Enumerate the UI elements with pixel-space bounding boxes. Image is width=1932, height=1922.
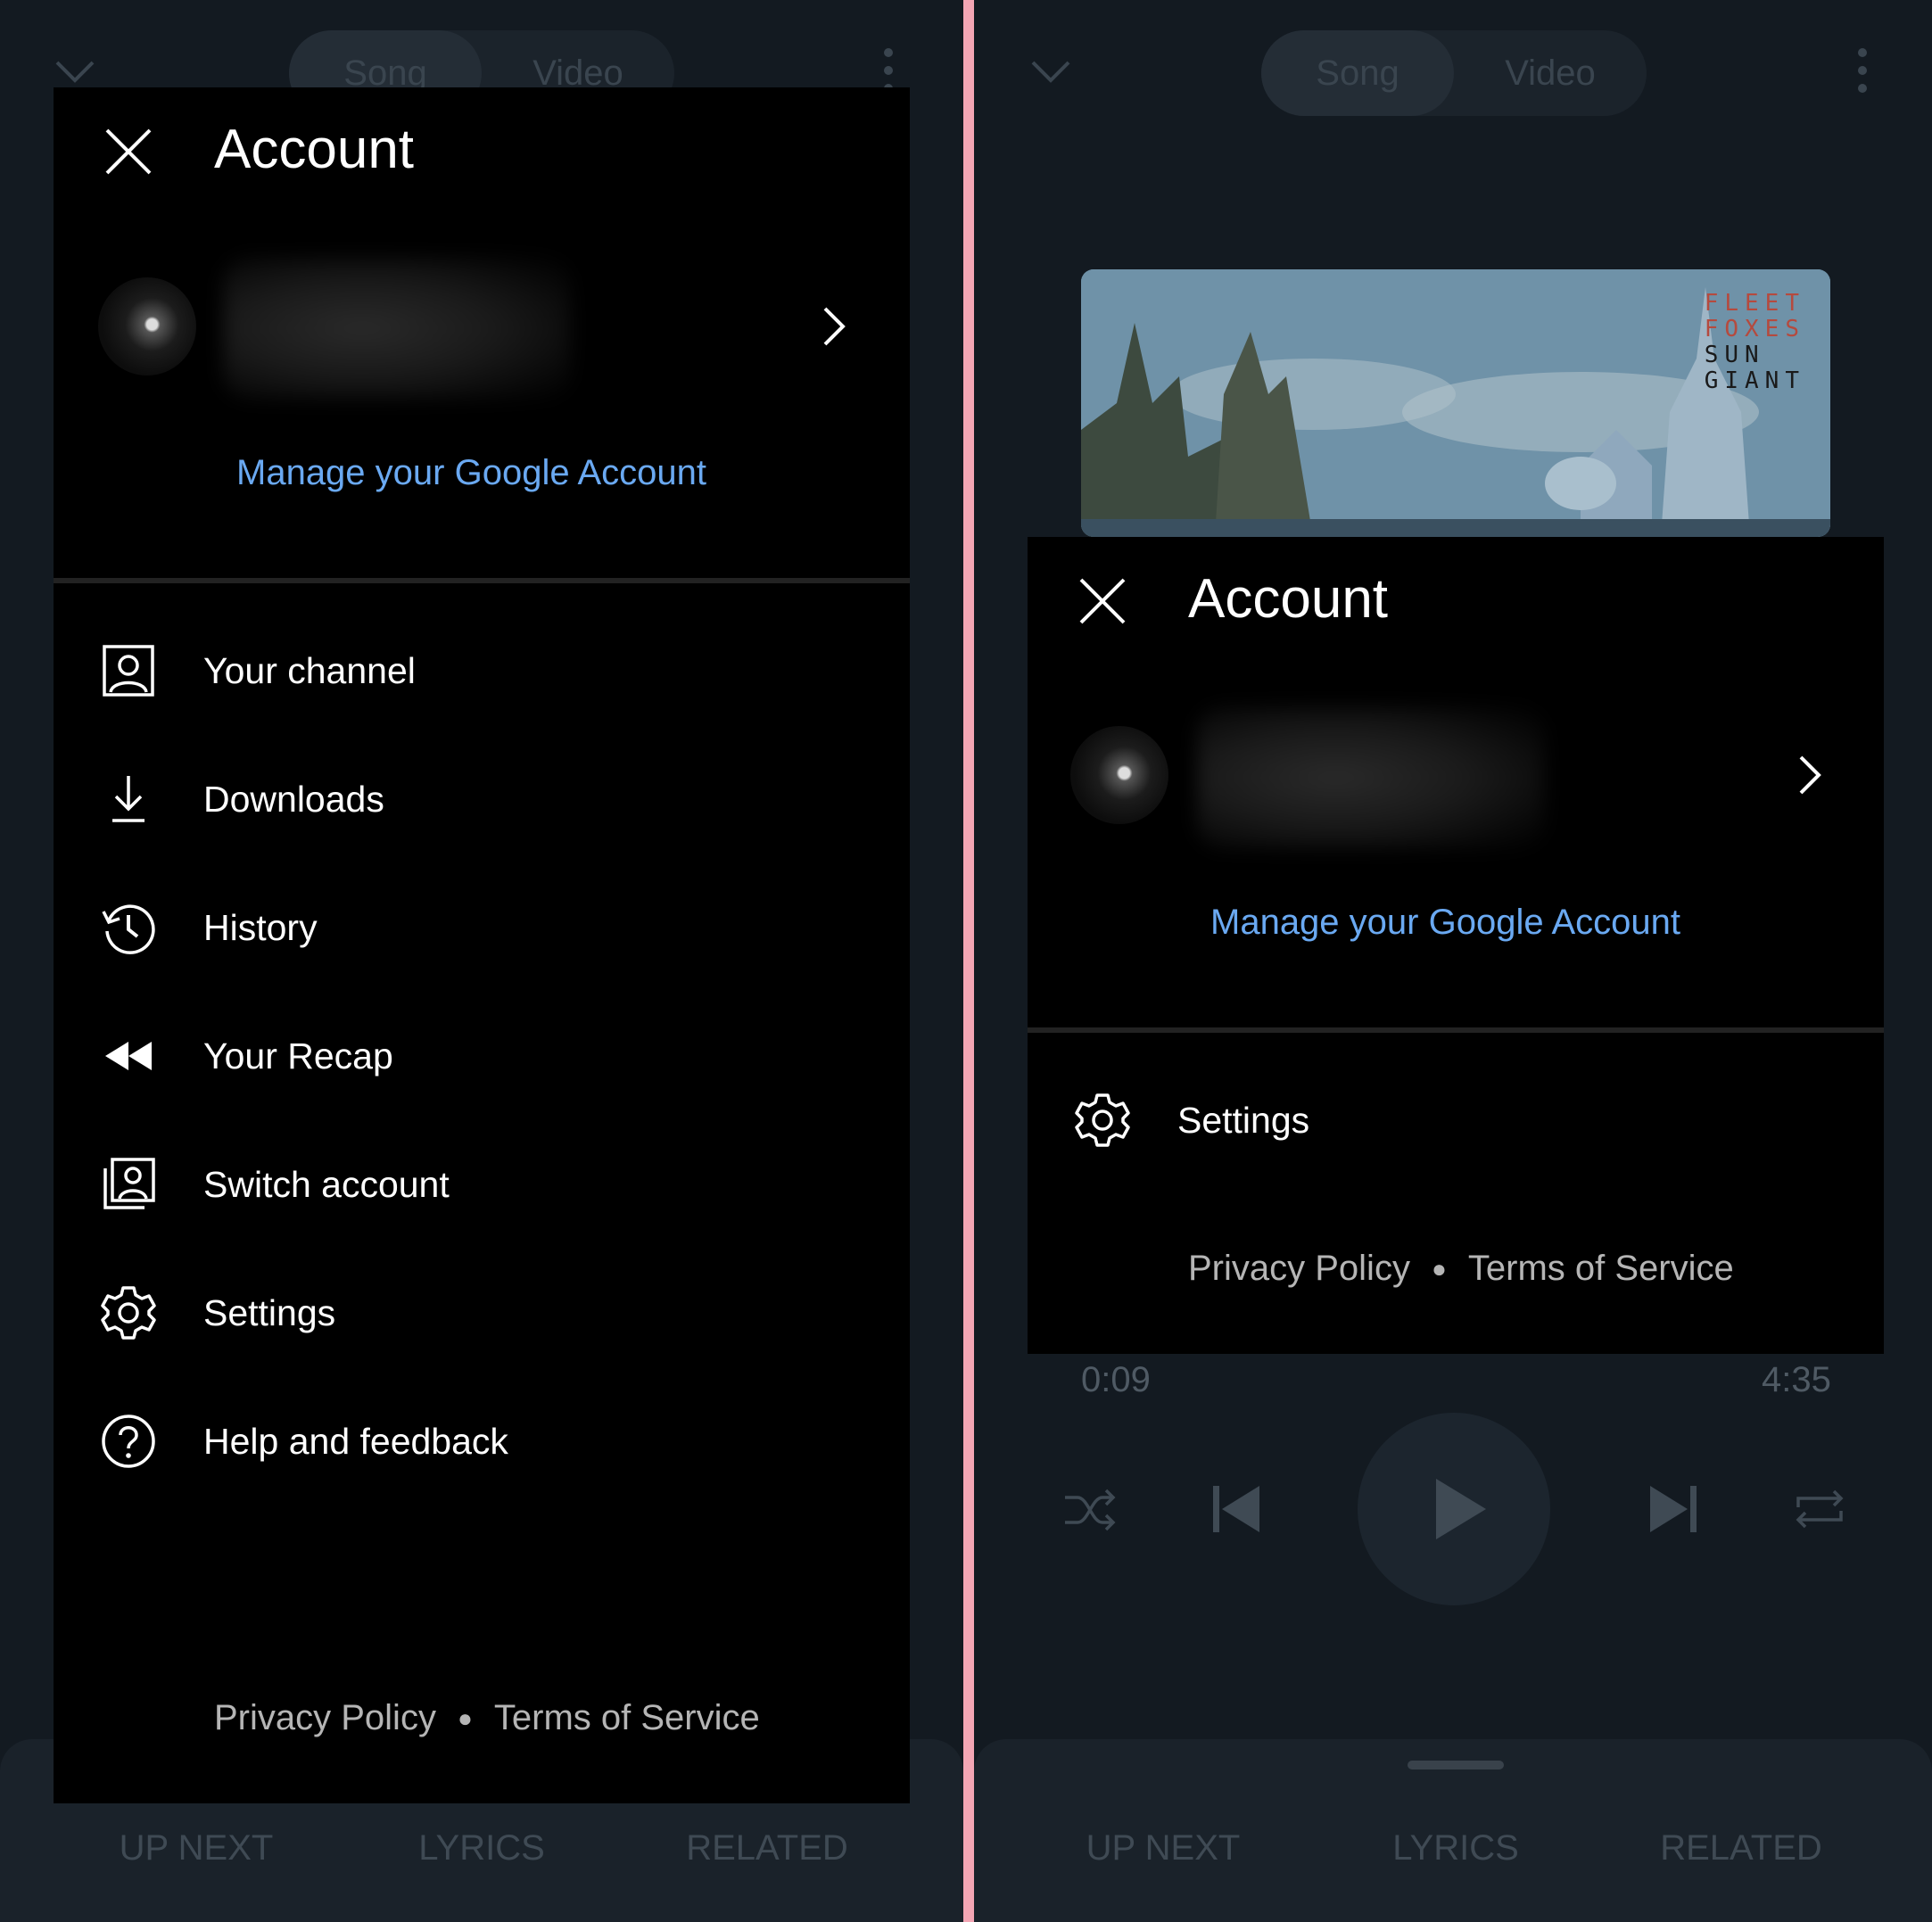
menu-item-label: Help and feedback <box>203 1420 508 1462</box>
privacy-policy-link[interactable]: Privacy Policy <box>1188 1249 1410 1289</box>
song-video-toggle: Song Video <box>1261 30 1647 116</box>
previous-track-icon[interactable] <box>1210 1482 1263 1536</box>
play-icon <box>1436 1479 1486 1539</box>
menu-item-label: History <box>203 906 318 948</box>
close-icon[interactable] <box>103 127 153 177</box>
album-art: FLEET FOXES SUN GIANT <box>1081 269 1830 537</box>
footer-dot-separator: ● <box>1431 1254 1447 1283</box>
separator <box>54 578 910 583</box>
help-icon <box>102 1415 155 1468</box>
menu-item-your-recap[interactable]: Your Recap <box>54 1002 910 1109</box>
manage-google-account-link[interactable]: Manage your Google Account <box>1210 903 1680 943</box>
tab-video[interactable]: Video <box>1454 30 1647 116</box>
chevron-right-icon[interactable] <box>1796 754 1823 796</box>
menu-item-help-feedback[interactable]: Help and feedback <box>54 1388 910 1495</box>
shuffle-icon[interactable] <box>1061 1485 1119 1535</box>
next-track-icon[interactable] <box>1647 1482 1700 1536</box>
footer-links: Privacy Policy ● Terms of Service <box>214 1698 760 1738</box>
gear-icon <box>101 1286 156 1340</box>
tab-lyrics[interactable]: LYRICS <box>1331 1739 1581 1895</box>
download-icon <box>112 776 144 822</box>
tab-up-next[interactable]: UP NEXT <box>1038 1739 1288 1895</box>
rewind-icon <box>105 1042 152 1070</box>
repeat-icon[interactable] <box>1791 1482 1848 1536</box>
footer-dot-separator: ● <box>457 1703 473 1732</box>
close-icon[interactable] <box>1077 576 1127 626</box>
bottom-tabs-sheet: UP NEXT LYRICS RELATED <box>974 1739 1932 1922</box>
account-title: Account <box>1188 568 1389 630</box>
time-elapsed: 0:09 <box>1081 1360 1151 1399</box>
switch-account-icon <box>103 1158 155 1209</box>
account-title: Account <box>214 119 415 180</box>
menu-item-label: Downloads <box>203 778 384 820</box>
avatar <box>98 277 196 375</box>
menu-item-label: Your Recap <box>203 1035 393 1076</box>
time-total: 4:35 <box>1762 1360 1831 1399</box>
album-art-text: FLEET FOXES SUN GIANT <box>1704 290 1805 394</box>
menu-item-downloads[interactable]: Downloads <box>54 746 910 853</box>
left-screen: Song Video UP NEXT LYRICS RELATED Accoun… <box>0 0 963 1922</box>
menu-item-your-channel[interactable]: Your channel <box>54 617 910 724</box>
gear-icon <box>1075 1093 1130 1147</box>
privacy-policy-link[interactable]: Privacy Policy <box>214 1698 436 1738</box>
chevron-right-icon[interactable] <box>821 305 847 348</box>
more-options-icon[interactable] <box>1855 46 1870 95</box>
collapse-chevron-icon[interactable] <box>1029 55 1072 87</box>
screenshot-divider <box>963 0 974 1922</box>
menu-item-label: Settings <box>1177 1099 1310 1141</box>
blurred-account-name <box>223 257 571 400</box>
tab-related[interactable]: RELATED <box>1616 1739 1866 1895</box>
menu-item-label: Settings <box>203 1291 336 1333</box>
menu-item-settings[interactable]: Settings <box>54 1259 910 1366</box>
manage-google-account-link[interactable]: Manage your Google Account <box>236 453 706 493</box>
account-dialog: Account Manage your Google Account Your … <box>54 87 910 1803</box>
menu-item-label: Switch account <box>203 1163 450 1205</box>
terms-of-service-link[interactable]: Terms of Service <box>494 1698 760 1738</box>
terms-of-service-link[interactable]: Terms of Service <box>1468 1249 1734 1289</box>
collapse-chevron-icon[interactable] <box>54 55 96 87</box>
menu-item-history[interactable]: History <box>54 874 910 981</box>
person-box-icon <box>103 645 154 697</box>
account-dialog-compact: Account Manage your Google Account Setti… <box>1028 537 1884 1354</box>
footer-links: Privacy Policy ● Terms of Service <box>1188 1249 1734 1289</box>
history-icon <box>102 904 155 954</box>
menu-item-label: Your channel <box>203 649 416 691</box>
menu-item-settings[interactable]: Settings } <box>1028 1067 1884 1174</box>
tab-song[interactable]: Song <box>1261 30 1454 116</box>
play-button[interactable] <box>1358 1413 1550 1605</box>
menu-item-switch-account[interactable]: Switch account <box>54 1131 910 1238</box>
avatar <box>1070 726 1168 824</box>
blurred-account-name <box>1197 706 1545 849</box>
separator <box>1028 1027 1884 1033</box>
